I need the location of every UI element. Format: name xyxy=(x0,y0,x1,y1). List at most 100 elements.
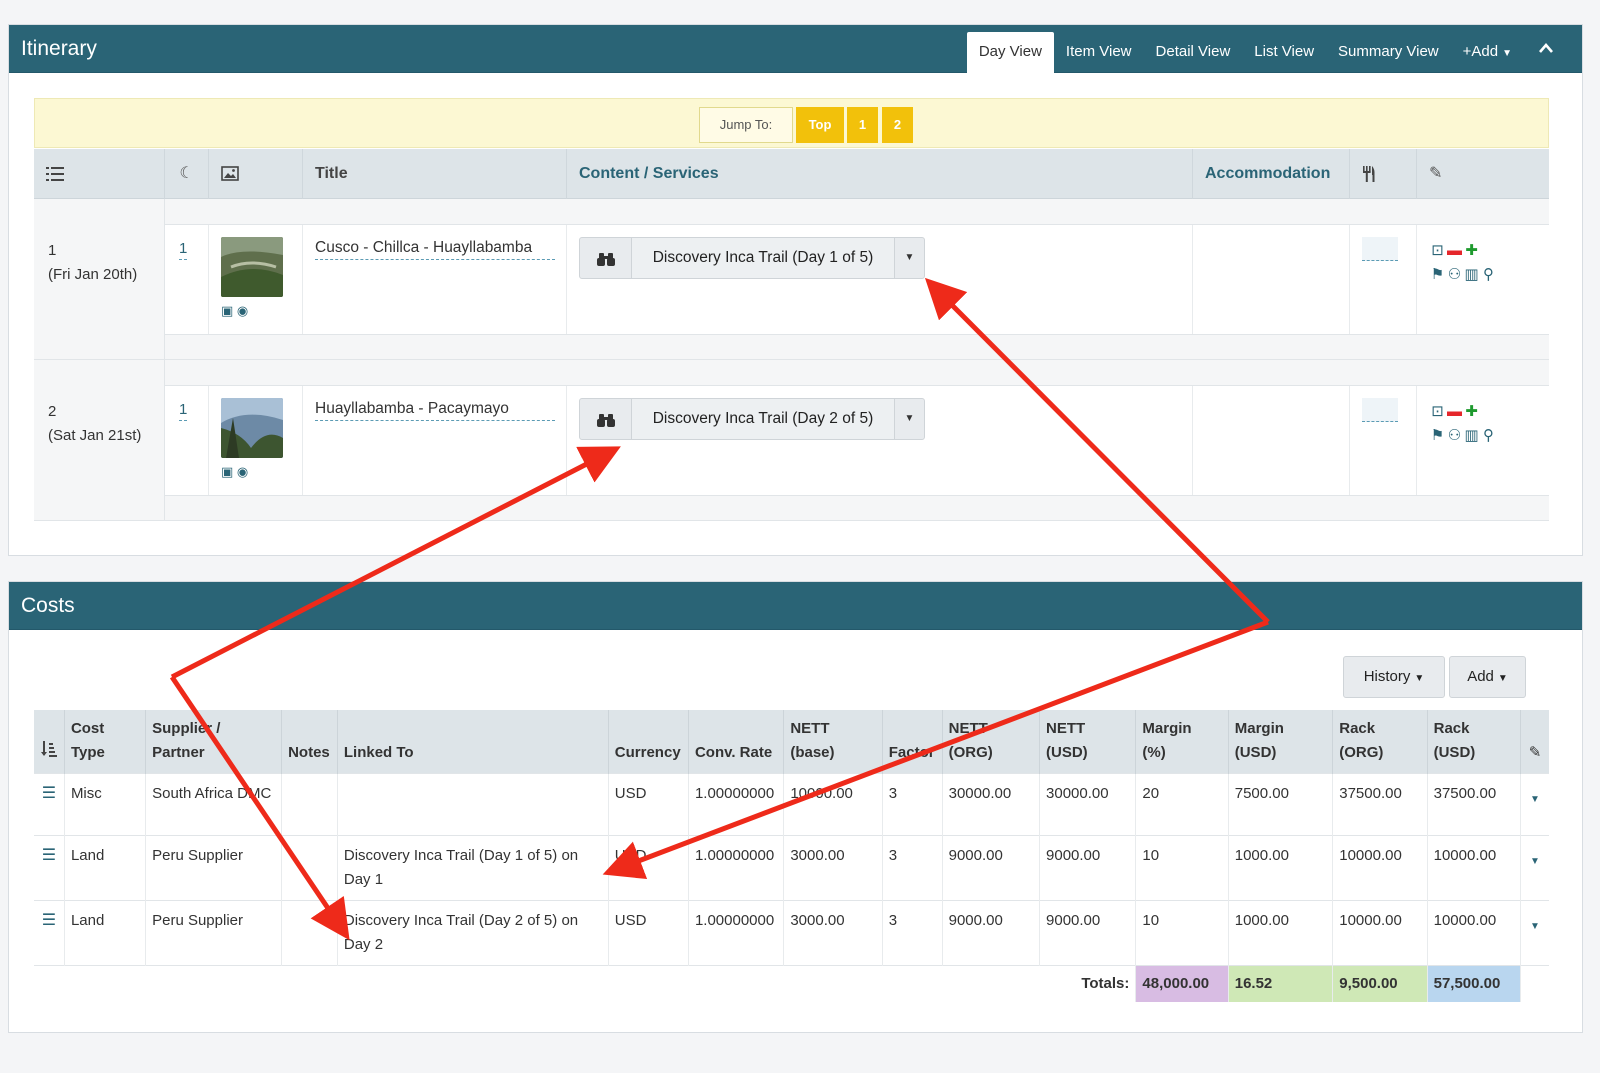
caret-down-icon[interactable]: ▼ xyxy=(1520,899,1549,965)
remove-icon[interactable]: ▬ xyxy=(1446,400,1463,424)
col-currency[interactable]: Currency xyxy=(608,710,689,773)
meal-field[interactable] xyxy=(1362,398,1398,422)
costs-panel: Costs History ▼ Add ▼ Cost Type Supplier / P… xyxy=(8,581,1583,1033)
caret-down-icon[interactable]: ▼ xyxy=(894,238,924,278)
col-notes[interactable]: Notes xyxy=(281,710,338,773)
accommodation-cell xyxy=(1193,386,1350,495)
jump-day-1-button[interactable]: 1 xyxy=(847,107,878,143)
cell-cost-type: Misc xyxy=(64,772,147,835)
tab-summary-view[interactable]: Summary View xyxy=(1326,32,1451,73)
jump-day-2-button[interactable]: 2 xyxy=(882,107,913,143)
caret-down-icon[interactable]: ▼ xyxy=(1520,834,1549,900)
col-supplier[interactable]: Supplier / Partner xyxy=(145,710,283,773)
col-label: Partner xyxy=(152,743,205,761)
history-dropdown-button[interactable]: History ▼ xyxy=(1343,656,1445,698)
day-title[interactable]: Cusco - Chillca - Huayllabamba xyxy=(315,239,555,260)
binoculars-icon[interactable]: ⚇ xyxy=(1446,424,1463,448)
list-icon[interactable]: ☰ xyxy=(34,899,65,965)
col-margin-pct[interactable]: Margin (%) xyxy=(1135,710,1229,773)
cell-nett-org: 9000.00 xyxy=(942,899,1041,965)
image-icon[interactable]: ▣ xyxy=(221,303,233,318)
itinerary-day-row: 1 (Fri Jan 20th) 1 ▣ ◉ Cusco - Chillca -… xyxy=(34,199,1549,360)
view-tabs: Day View Item View Detail View List View… xyxy=(966,32,1564,73)
flag-icon[interactable]: ⚑ xyxy=(1429,263,1446,287)
total-nett: 48,000.00 xyxy=(1135,964,1229,1002)
costs-header: Costs xyxy=(9,582,1582,630)
sort-icon[interactable] xyxy=(34,710,65,773)
move-down-icon[interactable]: ⊡ xyxy=(1429,400,1446,424)
col-rack-usd[interactable]: Rack (USD) xyxy=(1427,710,1521,773)
jump-top-button[interactable]: Top xyxy=(796,107,844,143)
add-dropdown-button[interactable]: +Add ▼ xyxy=(1451,32,1524,73)
cell-nett-org: 9000.00 xyxy=(942,834,1041,900)
cell-rack-usd: 10000.00 xyxy=(1427,834,1521,900)
binoculars-icon[interactable]: ⚇ xyxy=(1446,263,1463,287)
actions-cell: ⊡ ▬ ✚ ⚑ ⚇ ▥ ⚲ xyxy=(1417,386,1549,495)
cell-rack-org: 10000.00 xyxy=(1332,899,1428,965)
tab-day-view[interactable]: Day View xyxy=(966,32,1054,73)
day-cell: 2 (Sat Jan 21st) xyxy=(34,360,165,520)
add-icon[interactable]: ✚ xyxy=(1463,239,1480,263)
day-thumbnail[interactable] xyxy=(221,398,283,458)
col-factor[interactable]: Factor xyxy=(882,710,943,773)
meal-field[interactable] xyxy=(1362,237,1398,261)
move-down-icon[interactable]: ⊡ xyxy=(1429,239,1446,263)
cell-notes xyxy=(281,899,338,965)
cell-conv-rate: 1.00000000 xyxy=(688,834,785,900)
flag-icon[interactable]: ⚑ xyxy=(1429,424,1446,448)
itinerary-header: Itinerary Day View Item View Detail View… xyxy=(9,25,1582,73)
tab-list-view[interactable]: List View xyxy=(1242,32,1326,73)
caret-down-icon: ▼ xyxy=(1502,48,1512,59)
col-margin-usd[interactable]: Margin (USD) xyxy=(1228,710,1334,773)
utensils-icon xyxy=(1350,149,1417,199)
nights-link[interactable]: 1 xyxy=(179,239,188,260)
col-label: Margin xyxy=(1234,719,1284,737)
itinerary-table: ☾ Title Content / Services Accommodation… xyxy=(34,149,1549,521)
image-cell: ▣ ◉ xyxy=(209,225,303,334)
col-linked-to[interactable]: Linked To xyxy=(337,710,609,773)
cell-nett-org: 30000.00 xyxy=(942,772,1041,835)
visibility-icon[interactable]: ◉ xyxy=(237,303,248,318)
cell-linked-to xyxy=(337,772,609,835)
day-content: 1 ▣ ◉ Huayllabamba - Pacaymayo Discovery… xyxy=(165,385,1549,496)
visibility-icon[interactable]: ◉ xyxy=(237,464,248,479)
caret-down-icon[interactable]: ▼ xyxy=(1520,772,1549,835)
building-icon[interactable]: ▥ xyxy=(1463,424,1480,448)
col-nett-org[interactable]: NETT (ORG) xyxy=(942,710,1041,773)
nights-link[interactable]: 1 xyxy=(179,400,188,421)
search-icon[interactable]: ⚲ xyxy=(1480,263,1497,287)
service-name[interactable]: Discovery Inca Trail (Day 1 of 5) xyxy=(632,238,894,278)
search-icon[interactable]: ⚲ xyxy=(1480,424,1497,448)
cell-margin-pct: 10 xyxy=(1135,899,1229,965)
totals-spacer xyxy=(1520,964,1549,1002)
tab-detail-view[interactable]: Detail View xyxy=(1144,32,1243,73)
col-cost-type[interactable]: Cost Type xyxy=(64,710,147,773)
day-thumbnail[interactable] xyxy=(221,237,283,297)
col-nett-usd[interactable]: NETT (USD) xyxy=(1039,710,1137,773)
title-cell: Cusco - Chillca - Huayllabamba xyxy=(303,225,567,334)
caret-down-icon[interactable]: ▼ xyxy=(894,399,924,439)
list-icon[interactable]: ☰ xyxy=(34,834,65,900)
day-title[interactable]: Huayllabamba - Pacaymayo xyxy=(315,400,555,421)
remove-icon[interactable]: ▬ xyxy=(1446,239,1463,263)
accommodation-cell xyxy=(1193,225,1350,334)
col-content-services[interactable]: Content / Services xyxy=(567,149,1193,199)
list-icon[interactable]: ☰ xyxy=(34,772,65,835)
collapse-icon[interactable] xyxy=(1524,32,1564,73)
col-nett-base[interactable]: NETT (base) xyxy=(783,710,883,773)
add-cost-dropdown-button[interactable]: Add ▼ xyxy=(1449,656,1526,698)
binoculars-icon[interactable] xyxy=(580,238,632,278)
binoculars-icon[interactable] xyxy=(580,399,632,439)
service-name[interactable]: Discovery Inca Trail (Day 2 of 5) xyxy=(632,399,894,439)
image-icon[interactable]: ▣ xyxy=(221,464,233,479)
col-rack-org[interactable]: Rack (ORG) xyxy=(1332,710,1428,773)
tab-item-view[interactable]: Item View xyxy=(1054,32,1144,73)
building-icon[interactable]: ▥ xyxy=(1463,263,1480,287)
col-label: NETT xyxy=(790,719,830,737)
col-conv-rate[interactable]: Conv. Rate xyxy=(688,710,785,773)
pencil-icon: ✎ xyxy=(1429,165,1443,182)
add-icon[interactable]: ✚ xyxy=(1463,400,1480,424)
col-accommodation[interactable]: Accommodation xyxy=(1193,149,1350,199)
meals-cell xyxy=(1350,225,1417,334)
col-label: (base) xyxy=(790,743,835,761)
